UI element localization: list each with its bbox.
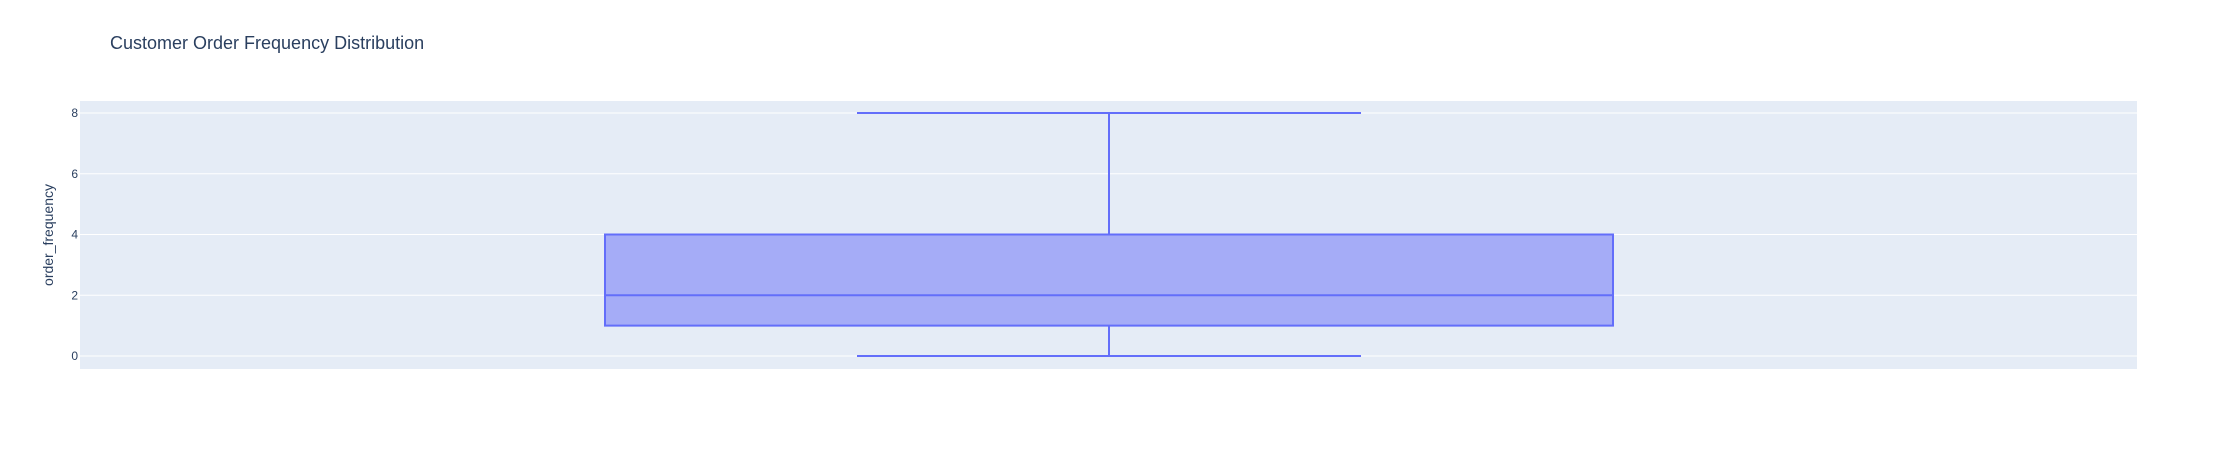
y-axis-title: order_frequency [40, 184, 56, 286]
y-axis-ticks: 0 2 4 6 8 [71, 106, 78, 363]
box-plot-chart: Customer Order Frequency Distribution 0 2… [40, 33, 2137, 369]
y-tick-label-0: 0 [71, 349, 78, 363]
y-tick-label-6: 6 [71, 167, 78, 181]
y-tick-label-4: 4 [71, 228, 78, 242]
y-tick-label-2: 2 [71, 288, 78, 302]
iqr-box [604, 233, 1614, 327]
y-tick-label-8: 8 [71, 106, 78, 120]
chart-title: Customer Order Frequency Distribution [110, 33, 424, 53]
